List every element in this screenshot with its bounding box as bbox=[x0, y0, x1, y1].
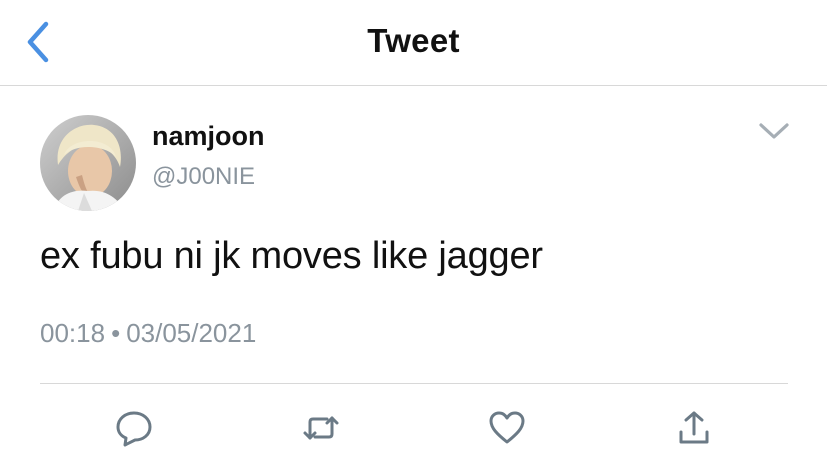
divider bbox=[40, 383, 788, 384]
tweet-detail-screen: Tweet namjoon @J00NIE ex fubu ni jk move… bbox=[0, 0, 827, 465]
share-button[interactable] bbox=[674, 408, 714, 448]
retweet-icon bbox=[303, 416, 339, 440]
tweet-options-button[interactable] bbox=[756, 118, 792, 144]
nav-header: Tweet bbox=[0, 0, 827, 86]
tweet-time: 00:18 bbox=[40, 318, 106, 348]
reply-button[interactable] bbox=[114, 408, 154, 448]
like-button[interactable] bbox=[487, 408, 527, 448]
tweet-date: 03/05/2021 bbox=[126, 318, 257, 348]
reply-icon bbox=[116, 411, 152, 447]
share-icon bbox=[679, 411, 709, 444]
author-display-name[interactable]: namjoon bbox=[152, 121, 265, 152]
author-handle: @J00NIE bbox=[152, 163, 256, 190]
retweet-button[interactable] bbox=[301, 408, 341, 448]
avatar[interactable] bbox=[40, 115, 136, 211]
timestamp-separator: • bbox=[111, 318, 121, 348]
tweet-timestamp: 00:18 • 03/05/2021 bbox=[40, 318, 256, 349]
tweet-text: ex fubu ni jk moves like jagger bbox=[40, 235, 543, 277]
like-heart-icon bbox=[489, 411, 525, 444]
page-title: Tweet bbox=[367, 22, 460, 59]
chevron-down-icon bbox=[759, 123, 789, 139]
